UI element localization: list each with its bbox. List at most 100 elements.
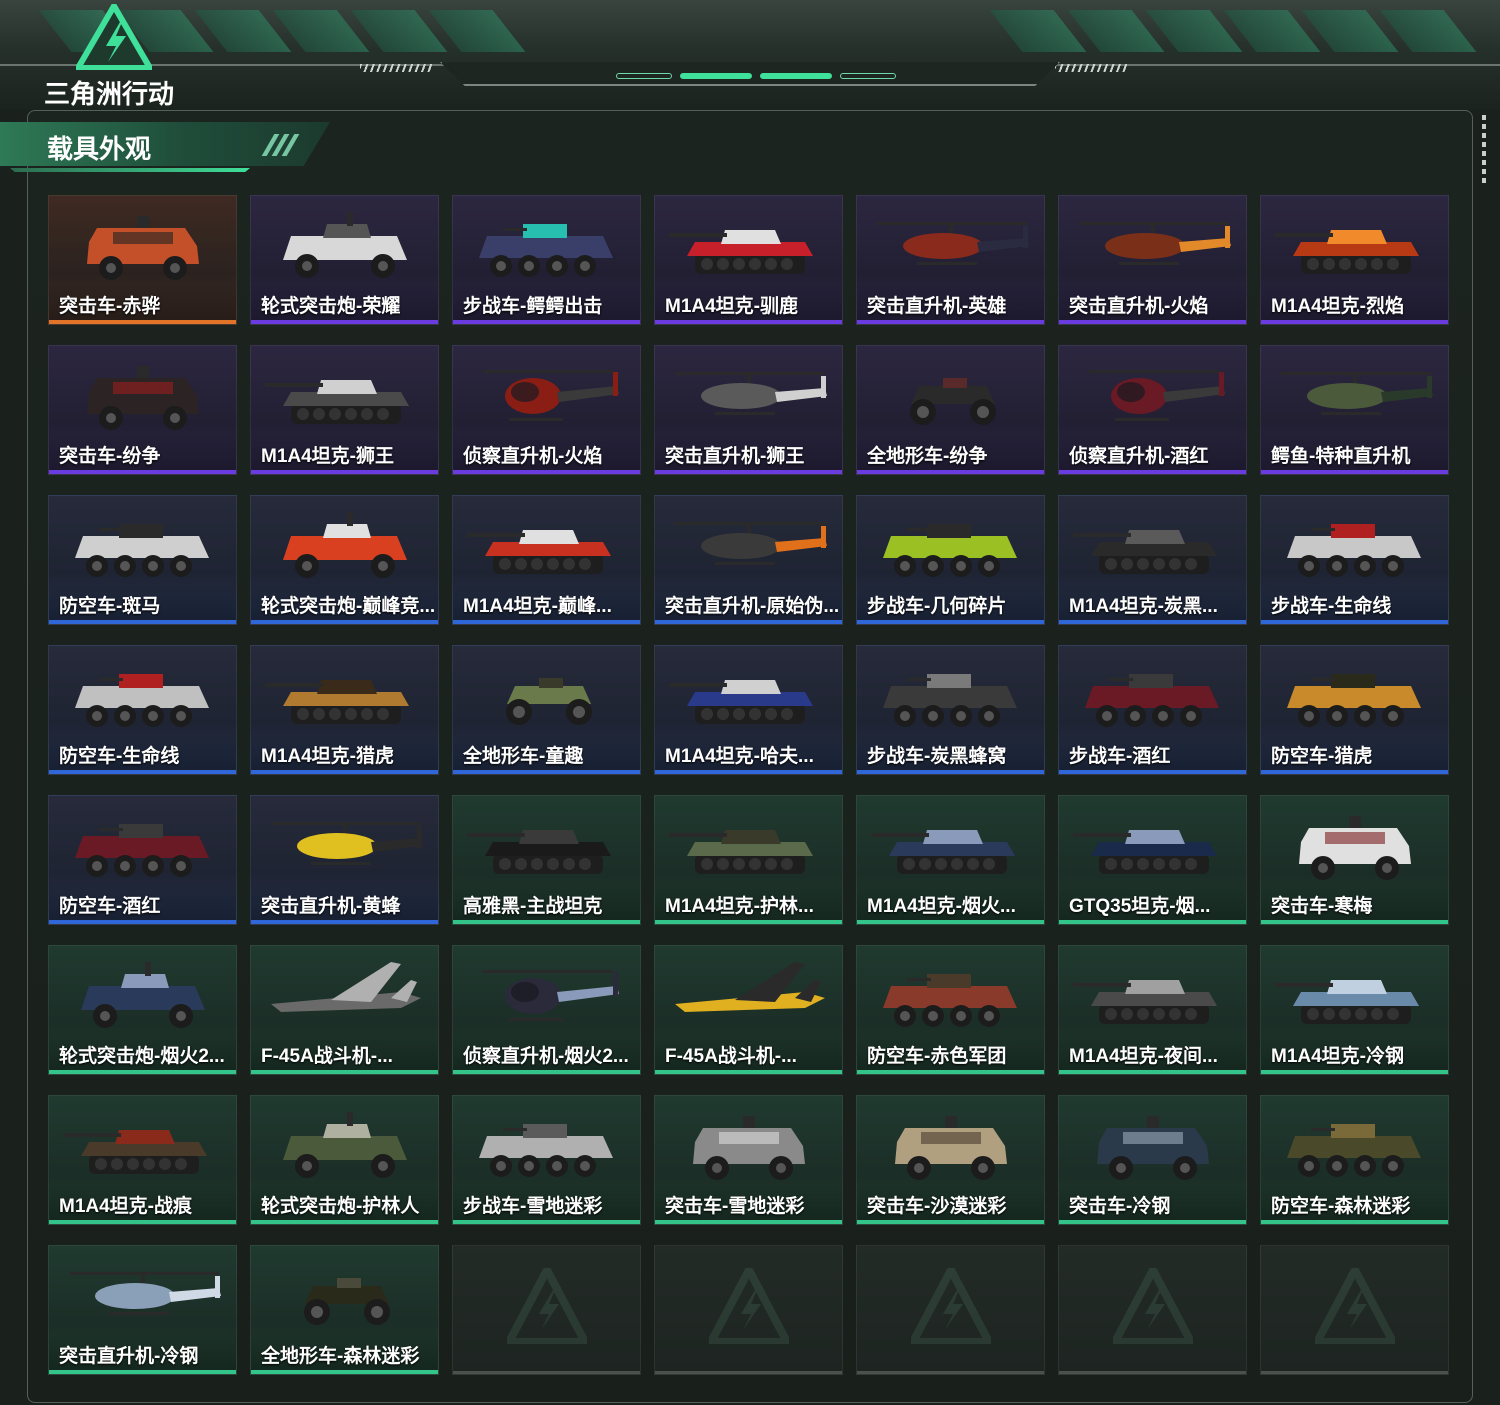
rarity-bar [1059, 1070, 1246, 1074]
rarity-bar [1261, 770, 1448, 774]
vehicle-skin-card[interactable]: 轮式突击炮-烟火2... [48, 945, 237, 1075]
rarity-bar [49, 1370, 236, 1374]
empty-slot [654, 1245, 843, 1375]
vehicle-skin-card[interactable]: 防空车-猎虎 [1260, 645, 1449, 775]
attack-helicopter-icon [271, 822, 423, 865]
ifv-icon [75, 824, 209, 877]
delta-watermark-icon [1113, 1268, 1193, 1344]
vehicle-skin-card[interactable]: M1A4坦克-猎虎 [250, 645, 439, 775]
vehicle-skin-card[interactable]: 突击车-寒梅 [1260, 795, 1449, 925]
assault-vehicle-icon [693, 1116, 805, 1180]
vehicle-skin-card[interactable]: 防空车-生命线 [48, 645, 237, 775]
vehicle-skin-label: 步战车-酒红 [1069, 746, 1171, 767]
vehicle-skin-card[interactable]: 步战车-炭黑蜂窝 [856, 645, 1045, 775]
vehicle-skin-card[interactable]: 突击直升机-黄蜂 [250, 795, 439, 925]
vehicle-skin-card[interactable]: M1A4坦克-哈夫... [654, 645, 843, 775]
vehicle-skin-label: 轮式突击炮-荣耀 [261, 296, 401, 317]
vehicle-skin-card[interactable]: 突击车-纷争 [48, 345, 237, 475]
delta-watermark-icon [911, 1268, 991, 1344]
vehicle-skin-card[interactable]: 鳄鱼-特种直升机 [1260, 345, 1449, 475]
vehicle-skin-card[interactable]: 突击直升机-英雄 [856, 195, 1045, 325]
atv-icon [304, 1278, 390, 1325]
vehicle-skin-card[interactable]: 步战车-几何碎片 [856, 495, 1045, 625]
vehicle-skin-card[interactable]: 防空车-酒红 [48, 795, 237, 925]
vehicle-skin-label: F-45A战斗机-... [665, 1046, 797, 1067]
vehicle-skin-card[interactable]: 防空车-森林迷彩 [1260, 1095, 1449, 1225]
vehicle-skin-card[interactable]: GTQ35坦克-烟... [1058, 795, 1247, 925]
vehicle-skin-label: M1A4坦克-驯鹿 [665, 296, 799, 317]
vehicle-skin-card[interactable]: 轮式突击炮-巅峰竞... [250, 495, 439, 625]
vehicle-skin-card[interactable]: 防空车-赤色军团 [856, 945, 1045, 1075]
vehicle-skin-card[interactable]: M1A4坦克-巅峰... [452, 495, 641, 625]
vehicle-skin-card[interactable]: M1A4坦克-驯鹿 [654, 195, 843, 325]
vehicle-skin-card[interactable]: 高雅黑-主战坦克 [452, 795, 641, 925]
vehicle-skin-card[interactable]: 步战车-鳄鳄出击 [452, 195, 641, 325]
vehicle-skin-card[interactable]: 突击车-赤骅 [48, 195, 237, 325]
vehicle-skin-card[interactable]: 侦察直升机-酒红 [1058, 345, 1247, 475]
game-logo: 三角洲行动 [44, 4, 184, 110]
vehicle-skin-card[interactable]: 轮式突击炮-荣耀 [250, 195, 439, 325]
ifv-icon [1287, 1124, 1421, 1177]
vehicle-skin-label: 步战车-几何碎片 [867, 596, 1007, 617]
rarity-bar [1261, 1070, 1448, 1074]
ifv-icon [883, 524, 1017, 577]
vehicle-skin-card[interactable]: M1A4坦克-炭黑... [1058, 495, 1247, 625]
rarity-bar [1059, 320, 1246, 324]
tank-icon [669, 230, 813, 274]
vehicle-skin-card[interactable]: 步战车-雪地迷彩 [452, 1095, 641, 1225]
vehicle-skin-label: 步战车-生命线 [1271, 596, 1392, 617]
vehicle-skin-card[interactable]: 突击直升机-火焰 [1058, 195, 1247, 325]
ifv-icon [479, 1124, 613, 1177]
ifv-icon [1287, 674, 1421, 727]
rarity-bar [251, 1370, 438, 1374]
vehicle-skin-label: M1A4坦克-哈夫... [665, 746, 814, 767]
scroll-indicator[interactable] [1482, 115, 1486, 185]
vehicle-skin-card[interactable]: M1A4坦克-夜间... [1058, 945, 1247, 1075]
delta-watermark-icon [1315, 1268, 1395, 1344]
fighter-jet-icon [271, 962, 421, 1012]
vehicle-skin-card[interactable]: 突击直升机-冷钢 [48, 1245, 237, 1375]
section-title: 载具外观 [47, 134, 152, 164]
vehicle-skin-card[interactable]: F-45A战斗机-... [654, 945, 843, 1075]
vehicle-skin-label: 全地形车-森林迷彩 [261, 1346, 420, 1367]
rarity-bar [1059, 470, 1246, 474]
vehicle-skin-card[interactable]: M1A4坦克-烈焰 [1260, 195, 1449, 325]
tank-icon [1275, 980, 1419, 1024]
vehicle-skin-card[interactable]: 突击直升机-原始伪... [654, 495, 843, 625]
wheeled-assault-gun-icon [283, 1112, 407, 1178]
vehicle-skin-card[interactable]: 全地形车-纷争 [856, 345, 1045, 475]
vehicle-skin-card[interactable]: 全地形车-森林迷彩 [250, 1245, 439, 1375]
rarity-bar [655, 1220, 842, 1224]
vehicle-skin-card[interactable]: 步战车-生命线 [1260, 495, 1449, 625]
vehicle-skin-card[interactable]: 步战车-酒红 [1058, 645, 1247, 775]
vehicle-skin-card[interactable]: M1A4坦克-护林... [654, 795, 843, 925]
vehicle-skin-label: 防空车-酒红 [59, 896, 161, 917]
rarity-bar [655, 920, 842, 924]
vehicle-skin-card[interactable]: M1A4坦克-狮王 [250, 345, 439, 475]
vehicle-skin-card[interactable]: F-45A战斗机-... [250, 945, 439, 1075]
vehicle-skin-card[interactable]: 侦察直升机-火焰 [452, 345, 641, 475]
vehicle-skin-card[interactable]: M1A4坦克-烟火... [856, 795, 1045, 925]
header-hatch-right [1055, 64, 1127, 72]
vehicle-skin-card[interactable]: M1A4坦克-冷钢 [1260, 945, 1449, 1075]
section-tab: 载具外观 [0, 122, 330, 166]
rarity-bar [857, 320, 1044, 324]
vehicle-skin-card[interactable]: 突击车-雪地迷彩 [654, 1095, 843, 1225]
vehicle-skin-card[interactable]: M1A4坦克-战痕 [48, 1095, 237, 1225]
vehicle-skin-card[interactable]: 突击车-冷钢 [1058, 1095, 1247, 1225]
fighter-jet-icon [675, 962, 825, 1012]
vehicle-skin-card[interactable]: 侦察直升机-烟火2... [452, 945, 641, 1075]
vehicle-skin-label: M1A4坦克-冷钢 [1271, 1046, 1405, 1067]
rarity-bar [1261, 920, 1448, 924]
vehicle-skin-card[interactable]: 突击直升机-狮王 [654, 345, 843, 475]
vehicle-skin-card[interactable]: 轮式突击炮-护林人 [250, 1095, 439, 1225]
rarity-bar [655, 620, 842, 624]
vehicle-skin-card[interactable]: 全地形车-童趣 [452, 645, 641, 775]
wheeled-assault-gun-icon [283, 212, 407, 278]
tank-icon [265, 380, 409, 424]
scout-helicopter-icon [1089, 370, 1225, 421]
rarity-bar [655, 1070, 842, 1074]
vehicle-skin-card[interactable]: 防空车-斑马 [48, 495, 237, 625]
vehicle-skin-card[interactable]: 突击车-沙漠迷彩 [856, 1095, 1045, 1225]
rarity-bar [857, 470, 1044, 474]
